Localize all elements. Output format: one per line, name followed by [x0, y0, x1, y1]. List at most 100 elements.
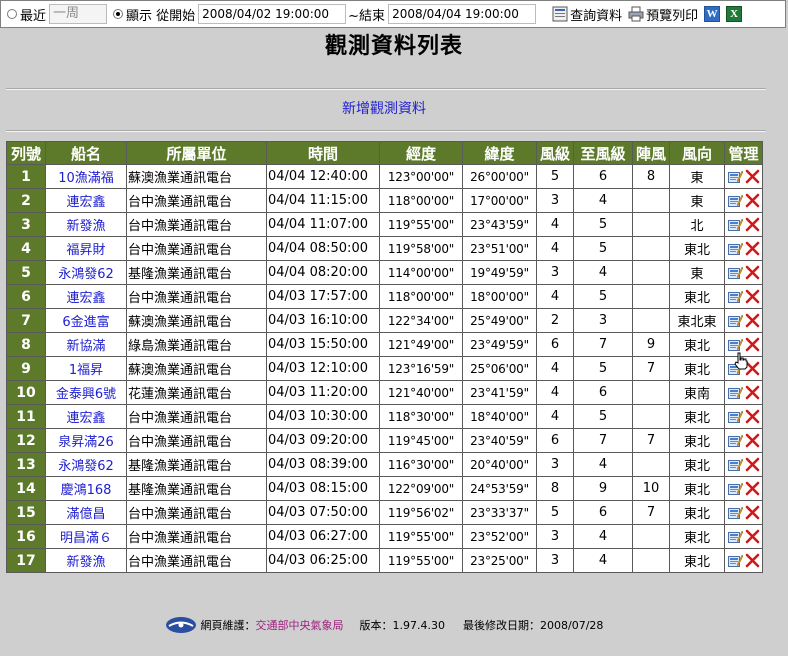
row-number: 9	[6, 356, 46, 381]
edit-icon[interactable]	[727, 290, 743, 304]
ship-name-link[interactable]: 新發漁	[45, 548, 127, 573]
agency-link[interactable]: 交通部中央氣象局	[256, 617, 344, 633]
delete-icon[interactable]	[745, 337, 760, 352]
wind-direction-cell: 東北	[669, 452, 725, 477]
ship-name-link[interactable]: 泉昇滿26	[45, 428, 127, 453]
latitude-cell: 17°00'00"	[462, 188, 537, 213]
time-cell: 04/03 12:10:00	[266, 356, 380, 381]
edit-icon[interactable]	[727, 314, 743, 328]
manage-cell	[724, 308, 763, 333]
delete-icon[interactable]	[745, 289, 760, 304]
recent-period-select[interactable]: 一周	[49, 4, 108, 24]
ship-name-link[interactable]: 新發漁	[45, 212, 127, 237]
ship-name-link[interactable]: 連宏鑫	[45, 188, 127, 213]
edit-icon[interactable]	[727, 266, 743, 280]
delete-icon[interactable]	[745, 241, 760, 256]
longitude-cell: 118°30'00"	[379, 404, 463, 429]
longitude-cell: 123°16'59"	[379, 356, 463, 381]
delete-icon[interactable]	[745, 313, 760, 328]
word-export-icon[interactable]: W	[704, 6, 721, 22]
ship-name-link[interactable]: 新協滿	[45, 332, 127, 357]
to-wind-level-cell: 6	[573, 164, 633, 189]
wind-level-cell: 5	[536, 164, 574, 189]
to-wind-level-cell: 5	[573, 404, 633, 429]
unit-cell: 蘇澳漁業通訊電台	[126, 308, 267, 333]
delete-icon[interactable]	[745, 169, 760, 184]
longitude-cell: 123°00'00"	[379, 164, 463, 189]
delete-icon[interactable]	[745, 529, 760, 544]
time-cell: 04/03 17:57:00	[266, 284, 380, 309]
manage-cell	[724, 380, 763, 405]
edit-icon[interactable]	[727, 242, 743, 256]
latitude-cell: 23°51'00"	[462, 236, 537, 261]
edit-icon[interactable]	[727, 458, 743, 472]
delete-icon[interactable]	[745, 265, 760, 280]
footer: 網頁維護： 交通部中央氣象局 版本：1.97.4.30 最後修改日期：2008/…	[0, 616, 768, 634]
print-preview-button[interactable]: 預覽列印	[628, 5, 698, 24]
wind-level-cell: 4	[536, 236, 574, 261]
longitude-cell: 119°55'00"	[379, 524, 463, 549]
unit-cell: 基隆漁業通訊電台	[126, 452, 267, 477]
latitude-cell: 26°00'00"	[462, 164, 537, 189]
edit-icon[interactable]	[727, 434, 743, 448]
end-time-input[interactable]: 2008/04/04 19:00:00	[388, 4, 537, 24]
gust-cell: 7	[632, 356, 670, 381]
delete-icon[interactable]	[745, 385, 760, 400]
delete-icon[interactable]	[745, 217, 760, 232]
unit-cell: 基隆漁業通訊電台	[126, 476, 267, 501]
delete-icon[interactable]	[745, 193, 760, 208]
range-radio[interactable]	[113, 9, 124, 19]
longitude-cell: 118°00'00"	[379, 284, 463, 309]
latitude-cell: 23°25'00"	[462, 548, 537, 573]
col-header-longitude: 經度	[379, 141, 463, 165]
wind-level-cell: 3	[536, 260, 574, 285]
ship-name-link[interactable]: 滿億昌	[45, 500, 127, 525]
latitude-cell: 23°40'59"	[462, 428, 537, 453]
ship-name-link[interactable]: 金泰興6號	[45, 380, 127, 405]
excel-export-icon[interactable]: X	[726, 6, 743, 22]
delete-icon[interactable]	[745, 457, 760, 472]
gust-cell	[632, 284, 670, 309]
ship-name-link[interactable]: 福昇財	[45, 236, 127, 261]
manage-cell	[724, 524, 763, 549]
edit-icon[interactable]	[727, 410, 743, 424]
ship-name-link[interactable]: 永鴻發62	[45, 260, 127, 285]
edit-icon[interactable]	[727, 554, 743, 568]
unit-cell: 台中漁業通訊電台	[126, 284, 267, 309]
delete-icon[interactable]	[745, 553, 760, 568]
delete-icon[interactable]	[745, 505, 760, 520]
ship-name-link[interactable]: 永鴻發62	[45, 452, 127, 477]
start-time-input[interactable]: 2008/04/02 19:00:00	[198, 4, 347, 24]
delete-icon[interactable]	[745, 433, 760, 448]
recent-radio[interactable]	[7, 9, 17, 19]
delete-icon[interactable]	[745, 409, 760, 424]
edit-icon[interactable]	[727, 338, 743, 352]
ship-name-link[interactable]: 1福昇	[45, 356, 127, 381]
to-wind-level-cell: 4	[573, 260, 633, 285]
add-observation-link[interactable]: 新增觀測資料	[0, 98, 768, 118]
ship-name-link[interactable]: 慶鴻168	[45, 476, 127, 501]
delete-icon[interactable]	[745, 481, 760, 496]
gust-cell: 10	[632, 476, 670, 501]
ship-name-link[interactable]: 連宏鑫	[45, 284, 127, 309]
to-wind-level-cell: 4	[573, 524, 633, 549]
edit-icon[interactable]	[727, 170, 743, 184]
cwb-logo-icon	[165, 617, 196, 633]
edit-icon[interactable]	[727, 530, 743, 544]
ship-name-link[interactable]: 10漁滿福	[45, 164, 127, 189]
unit-cell: 台中漁業通訊電台	[126, 524, 267, 549]
table-row: 11 連宏鑫 台中漁業通訊電台 04/03 10:30:00 118°30'00" 18°…	[6, 404, 763, 429]
unit-cell: 蘇澳漁業通訊電台	[126, 164, 267, 189]
ship-name-link[interactable]: 連宏鑫	[45, 404, 127, 429]
edit-icon[interactable]	[727, 506, 743, 520]
edit-icon[interactable]	[727, 194, 743, 208]
edit-icon[interactable]	[727, 386, 743, 400]
time-cell: 04/04 11:15:00	[266, 188, 380, 213]
unit-cell: 台中漁業通訊電台	[126, 548, 267, 573]
edit-icon[interactable]	[727, 218, 743, 232]
table-row: 6 連宏鑫 台中漁業通訊電台 04/03 17:57:00 118°00'00" 18°0…	[6, 284, 763, 309]
ship-name-link[interactable]: 明昌滿６	[45, 524, 127, 549]
edit-icon[interactable]	[727, 482, 743, 496]
query-button[interactable]: 查詢資料	[552, 5, 622, 24]
ship-name-link[interactable]: 6金進富	[45, 308, 127, 333]
